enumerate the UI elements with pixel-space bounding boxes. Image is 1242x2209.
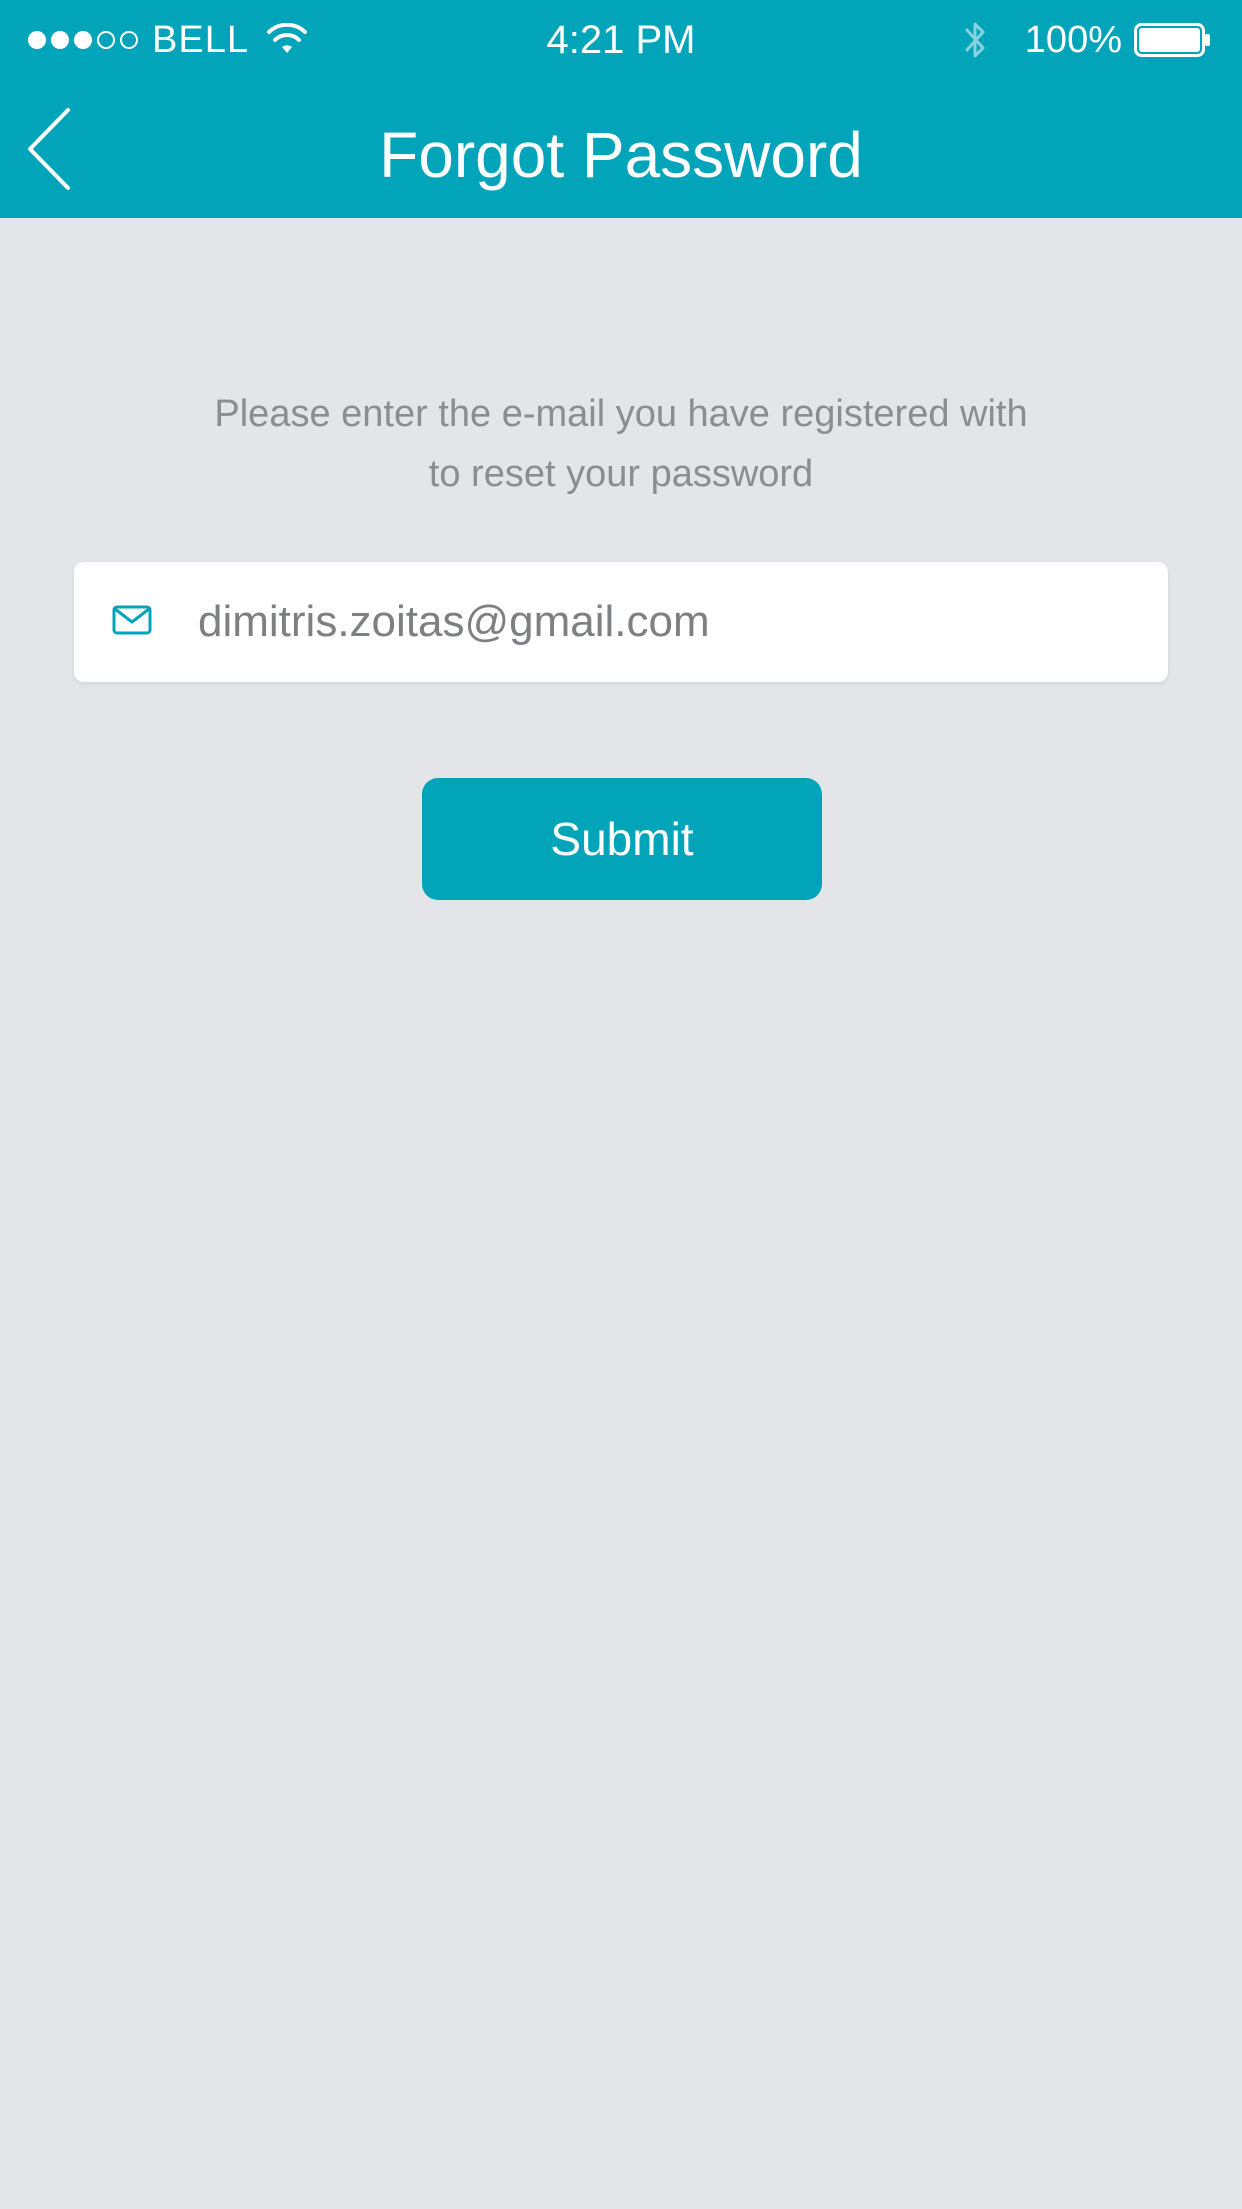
submit-button[interactable]: Submit — [422, 778, 822, 900]
battery-percentage: 100% — [1024, 18, 1122, 61]
battery-icon — [1134, 23, 1210, 57]
instructions-text: Please enter the e-mail you have registe… — [100, 384, 1142, 504]
email-field[interactable] — [74, 562, 1168, 682]
bluetooth-icon — [965, 22, 985, 58]
email-input[interactable] — [198, 582, 1138, 662]
mail-icon — [112, 605, 152, 635]
status-bar: BELL 4:21 PM 100% — [0, 0, 1242, 80]
page-title: Forgot Password — [379, 119, 863, 191]
instructions-line: to reset your password — [428, 453, 814, 495]
instructions-line: Please enter the e-mail you have registe… — [214, 393, 1028, 435]
header: BELL 4:21 PM 100% Forgot Password — [0, 0, 1242, 218]
nav-bar: Forgot Password — [0, 80, 1242, 218]
status-right: 100% — [963, 16, 1212, 64]
